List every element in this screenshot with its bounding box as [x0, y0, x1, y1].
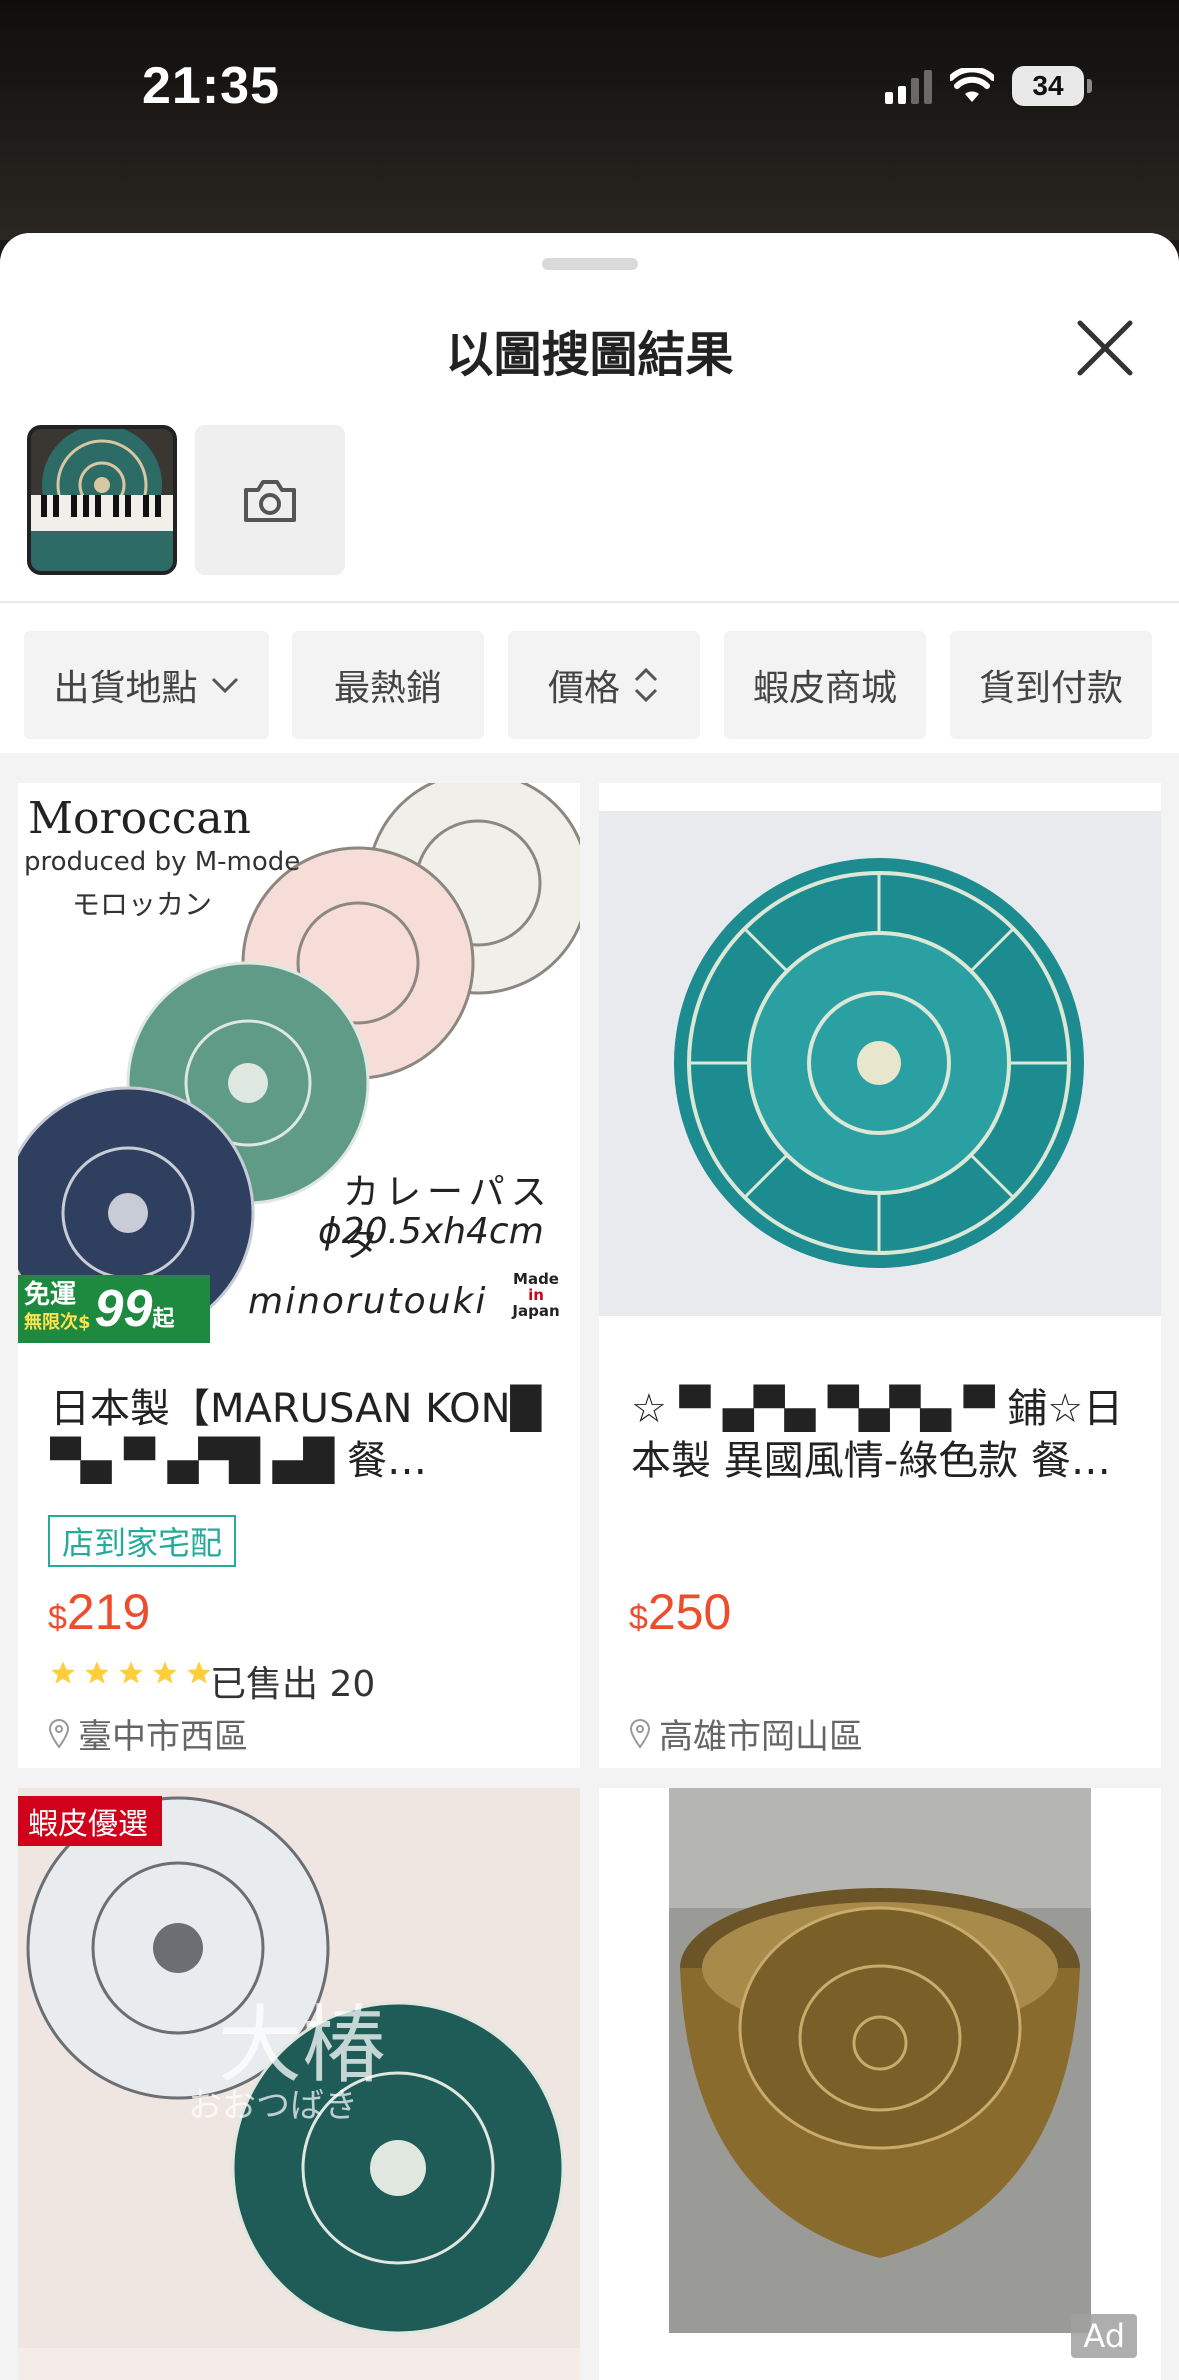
image-sub-text: produced by M-mode: [24, 847, 301, 877]
image-size-text: ϕ20.5xh4cm: [318, 1211, 544, 1252]
promo-unit: 起: [152, 1307, 175, 1332]
filter-label: 出貨地點: [53, 668, 198, 709]
made-line: in: [528, 1286, 544, 1304]
product-title: 日本製【MARUSAN KON█ ▀▄ ▀ ▄▀█ ▄█ 餐…: [50, 1386, 542, 1484]
location-pin-icon: [629, 1718, 651, 1749]
product-title: ☆ ▀ ▄▀▄ ▀▄▀▄ ▀ 鋪☆日本製 異國風情-綠色款 餐…: [631, 1386, 1124, 1484]
filter-cash-on-delivery[interactable]: 貨到付款: [950, 631, 1152, 739]
made-in-japan-logo: Made in Japan: [504, 1271, 568, 1319]
filter-shopee-mall[interactable]: 蝦皮商城: [724, 631, 926, 739]
filter-price[interactable]: 價格: [508, 631, 700, 739]
location-text: 高雄市岡山區: [659, 1717, 863, 1757]
camera-button[interactable]: [195, 425, 345, 575]
chevron-down-icon: [211, 677, 238, 694]
status-bar: 21:35 34: [0, 0, 1179, 175]
filter-bar: 出貨地點 最熱銷 價格 蝦皮商城 貨到付款: [0, 603, 1179, 753]
made-line: Japan: [512, 1302, 560, 1320]
location-pin-icon: [48, 1718, 70, 1749]
star-icon: [85, 1661, 109, 1684]
close-icon[interactable]: [1070, 313, 1140, 383]
status-time: 21:35: [142, 57, 280, 115]
filter-label: 價格: [547, 668, 620, 709]
filter-best-selling[interactable]: 最熱銷: [292, 631, 484, 739]
promo-top: 免運: [24, 1280, 77, 1310]
search-results-sheet: 以圖搜圖結果 出貨地點 最熱銷 價格 蝦皮商城 貨到付款 Moroccan pr…: [0, 233, 1179, 2380]
product-location: 高雄市岡山區: [629, 1709, 863, 1758]
sold-count: 已售出 20: [210, 1664, 376, 1705]
star-icon: [153, 1661, 177, 1684]
filter-label: 蝦皮商城: [752, 668, 897, 709]
sort-arrows-icon: [634, 667, 658, 703]
rating-stars: [48, 1659, 214, 1687]
plate-piano-image: [31, 429, 173, 571]
product-image: [599, 811, 1161, 1316]
free-shipping-badge: 免運 無限次$ 99 起: [18, 1275, 210, 1343]
sheet-header: 以圖搜圖結果: [0, 233, 1179, 603]
product-price: $250: [629, 1583, 731, 1641]
promo-number: 99: [94, 1280, 153, 1338]
location-text: 臺中市西區: [78, 1717, 248, 1757]
promo-sub: 無限次$: [24, 1312, 91, 1333]
image-jp-text: モロッカン: [72, 888, 213, 921]
delivery-tag: 店到家宅配: [48, 1515, 237, 1567]
product-image: 大椿 おおつばき: [18, 1788, 580, 2348]
price-currency: $: [629, 1599, 648, 1637]
preferred-badge: 蝦皮優選: [18, 1796, 162, 1846]
product-card[interactable]: ☆ ▀ ▄▀▄ ▀▄▀▄ ▀ 鋪☆日本製 異國風情-綠色款 餐… $250 高雄…: [599, 783, 1161, 1768]
watermark-sub: おおつばき: [188, 2086, 358, 2126]
product-price: $219: [48, 1583, 150, 1641]
camera-icon: [244, 480, 296, 522]
filter-label: 貨到付款: [978, 668, 1123, 709]
sheet-grabber[interactable]: [542, 258, 638, 270]
product-card[interactable]: Moroccan produced by M-mode モロッカン カレーパスタ…: [18, 783, 580, 1768]
star-icon: [51, 1661, 75, 1684]
image-brand-text: Moroccan: [28, 793, 251, 844]
product-card[interactable]: Ad: [599, 1788, 1161, 2380]
filter-ship-from[interactable]: 出貨地點: [24, 631, 269, 739]
product-image: Moroccan produced by M-mode モロッカン カレーパスタ…: [18, 783, 580, 1343]
battery-indicator: 34: [1012, 66, 1092, 106]
made-line: Made: [513, 1270, 559, 1288]
price-currency: $: [48, 1599, 67, 1637]
product-image: [669, 1788, 1091, 2333]
filter-label: 最熱銷: [333, 668, 442, 709]
price-value: 250: [647, 1584, 732, 1640]
product-card[interactable]: 大椿 おおつばき 蝦皮優選: [18, 1788, 580, 2380]
query-image-thumbnail[interactable]: [27, 425, 177, 575]
star-icon: [119, 1661, 143, 1684]
ad-badge: Ad: [1071, 2314, 1137, 2358]
sheet-title: 以圖搜圖結果: [445, 327, 734, 383]
product-location: 臺中市西區: [48, 1709, 248, 1758]
image-maker-text: minorutouki: [248, 1281, 488, 1322]
cellular-signal-icon: [885, 68, 932, 104]
price-value: 219: [66, 1584, 151, 1640]
wifi-icon: [950, 68, 994, 102]
